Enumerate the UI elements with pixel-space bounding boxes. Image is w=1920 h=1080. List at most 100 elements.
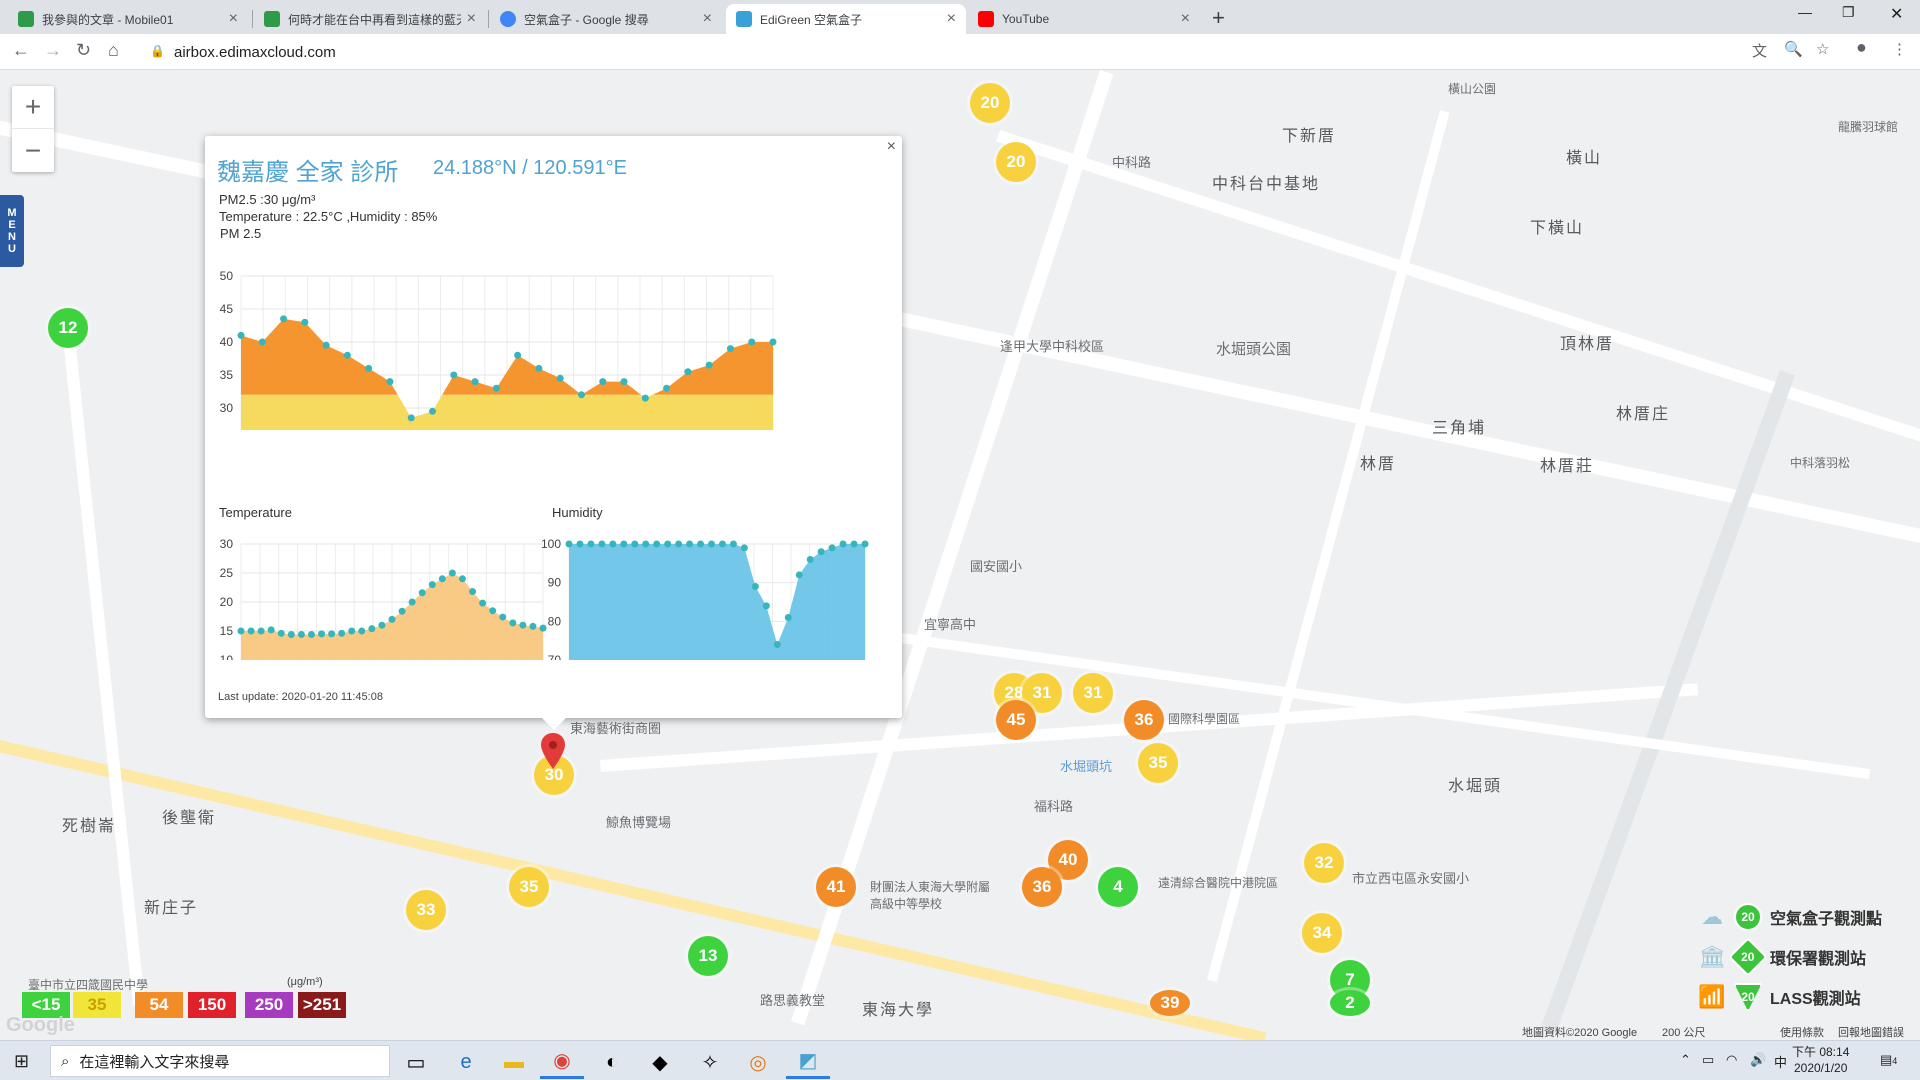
search-icon: ⌕ (61, 1052, 70, 1070)
data-point (769, 338, 777, 346)
translate-icon[interactable]: 文 (1752, 40, 1767, 61)
task-view-icon[interactable]: ▭ (394, 1045, 438, 1079)
close-tab-icon[interactable]: × (1181, 10, 1190, 28)
map-place-label: 頂林厝 (1560, 336, 1615, 353)
zoom-out-button[interactable]: − (12, 129, 54, 172)
map-marker[interactable]: 12 (48, 308, 88, 348)
close-tab-icon[interactable]: × (467, 10, 476, 28)
volume-icon[interactable]: 🔊 (1750, 1052, 1766, 1068)
cloud-icon: ☁ (1701, 904, 1723, 929)
bookmark-star-icon[interactable]: ☆ (1816, 40, 1829, 58)
tab-mobile01-blue-sky[interactable]: 何時才能在台中再看到這樣的藍天 × (254, 4, 486, 34)
clock-date: 2020/1/20 (1793, 1061, 1848, 1075)
data-point (641, 394, 649, 402)
system-clock[interactable]: 下午 08:14 2020/1/20 (1792, 1044, 1849, 1076)
edge-browser-icon[interactable]: e (444, 1045, 488, 1079)
data-point (795, 571, 803, 579)
map-marker[interactable]: 4 (1098, 867, 1138, 907)
close-tab-icon[interactable]: × (229, 10, 238, 28)
map-marker[interactable]: 20 (996, 142, 1036, 182)
map-marker[interactable]: 31 (1073, 673, 1113, 713)
data-point (740, 544, 748, 552)
tab-google-search[interactable]: 空氣盒子 - Google 搜尋 × (490, 4, 722, 34)
terms-link[interactable]: 使用條款 (1780, 1024, 1824, 1040)
zoom-icon[interactable]: 🔍 (1784, 40, 1803, 58)
report-map-error-link[interactable]: 回報地圖錯誤 (1838, 1024, 1904, 1040)
forward-arrow-icon[interactable]: → (44, 40, 62, 61)
zoom-in-button[interactable]: + (12, 86, 54, 129)
close-tab-icon[interactable]: × (947, 10, 956, 28)
notification-center-icon[interactable]: ▤4 (1880, 1052, 1897, 1068)
new-tab-button[interactable]: + (1212, 5, 1225, 31)
app-icon[interactable]: ◆ (638, 1045, 682, 1079)
legend-lass: 📶 20 LASS觀測站 (1690, 982, 1861, 1012)
data-point (237, 331, 245, 339)
map-marker[interactable]: 32 (1304, 843, 1344, 883)
y-tick-label: 90 (548, 576, 562, 590)
close-window-icon[interactable]: ✕ (1890, 4, 1903, 24)
edigreen-favicon-icon (736, 11, 752, 27)
map-attribution: 地圖資料©2020 Google (1522, 1027, 1638, 1039)
legend-badge: 20 (1734, 903, 1762, 931)
battery-icon[interactable]: ▭ (1702, 1052, 1714, 1068)
map-marker[interactable]: 41 (816, 867, 856, 907)
network-icon[interactable]: ◠ (1726, 1052, 1737, 1068)
data-point (729, 540, 737, 548)
map-marker[interactable]: 35 (509, 867, 549, 907)
reload-icon[interactable]: ↻ (76, 40, 91, 61)
data-point (258, 338, 266, 346)
y-tick-label: 100 (541, 537, 561, 551)
windows-start-icon[interactable]: ⊞ (14, 1051, 29, 1072)
taskbar-search-box[interactable]: ⌕ 在這裡輸入文字來搜尋 (50, 1045, 390, 1077)
minimize-window-icon[interactable]: — (1798, 4, 1812, 20)
data-point (675, 540, 683, 548)
map-place-label: 財團法人東海大學附屬高級中等學校 (870, 880, 991, 911)
data-point (726, 345, 734, 353)
map-pin-icon[interactable] (541, 733, 565, 769)
map-marker[interactable]: 34 (1302, 913, 1342, 953)
y-tick-label: 10 (220, 653, 234, 660)
restore-window-icon[interactable]: ❐ (1842, 4, 1855, 21)
data-point (479, 599, 487, 607)
map-marker[interactable]: 39 (1150, 990, 1190, 1016)
temperature-chart-title: Temperature (219, 505, 292, 520)
app-icon[interactable]: ◐ (590, 1045, 634, 1079)
chrome-browser-icon[interactable]: ◉ (540, 1045, 584, 1079)
data-point (458, 575, 466, 583)
government-building-icon: 🏛 (1698, 944, 1726, 969)
profile-avatar-icon[interactable]: ● (1856, 37, 1867, 58)
map-marker[interactable]: 36 (1022, 867, 1062, 907)
y-tick-label: 40 (220, 335, 234, 349)
map-marker[interactable]: 45 (996, 700, 1036, 740)
file-explorer-icon[interactable]: ▬ (492, 1045, 536, 1079)
show-hidden-icons-icon[interactable]: ⌃ (1680, 1052, 1691, 1068)
close-tab-icon[interactable]: × (703, 10, 712, 28)
data-point (642, 540, 650, 548)
data-point (850, 540, 858, 548)
map-marker[interactable]: 20 (970, 83, 1010, 123)
y-tick-label: 50 (220, 269, 234, 283)
address-bar[interactable]: 🔒 airbox.edimaxcloud.com (142, 38, 1762, 66)
back-arrow-icon[interactable]: ← (12, 40, 30, 61)
home-icon[interactable]: ⌂ (108, 40, 119, 61)
map-marker[interactable]: 2 (1330, 990, 1370, 1016)
blender-icon[interactable]: ◎ (736, 1045, 780, 1079)
close-popup-icon[interactable]: × (887, 138, 896, 156)
tab-mobile01[interactable]: 我參與的文章 - Mobile01 × (8, 4, 248, 34)
data-point (576, 540, 584, 548)
legend-badge-text: 20 (1741, 949, 1755, 964)
map-marker[interactable]: 33 (406, 890, 446, 930)
map-canvas[interactable]: 中科台中基地 下新厝 橫山 下橫山 頂林厝 林厝庄 三角埔 林厝 林厝莊 水堀頭… (0, 70, 1920, 1040)
map-place-label: 林厝庄 (1616, 406, 1671, 423)
app-icon[interactable]: ✧ (688, 1045, 732, 1079)
map-marker[interactable]: 36 (1124, 700, 1164, 740)
ime-indicator[interactable]: 中 (1774, 1052, 1787, 1071)
menu-side-tab[interactable]: M E N U (0, 195, 24, 267)
app-icon[interactable]: ◩ (786, 1045, 830, 1079)
tab-edigreen-airbox[interactable]: EdiGreen 空氣盒子 × (726, 4, 966, 34)
menu-kebab-icon[interactable]: ⋮ (1892, 40, 1907, 58)
tab-youtube[interactable]: YouTube × (968, 4, 1200, 34)
data-point (773, 641, 781, 649)
map-marker[interactable]: 13 (688, 936, 728, 976)
map-marker[interactable]: 35 (1138, 743, 1178, 783)
